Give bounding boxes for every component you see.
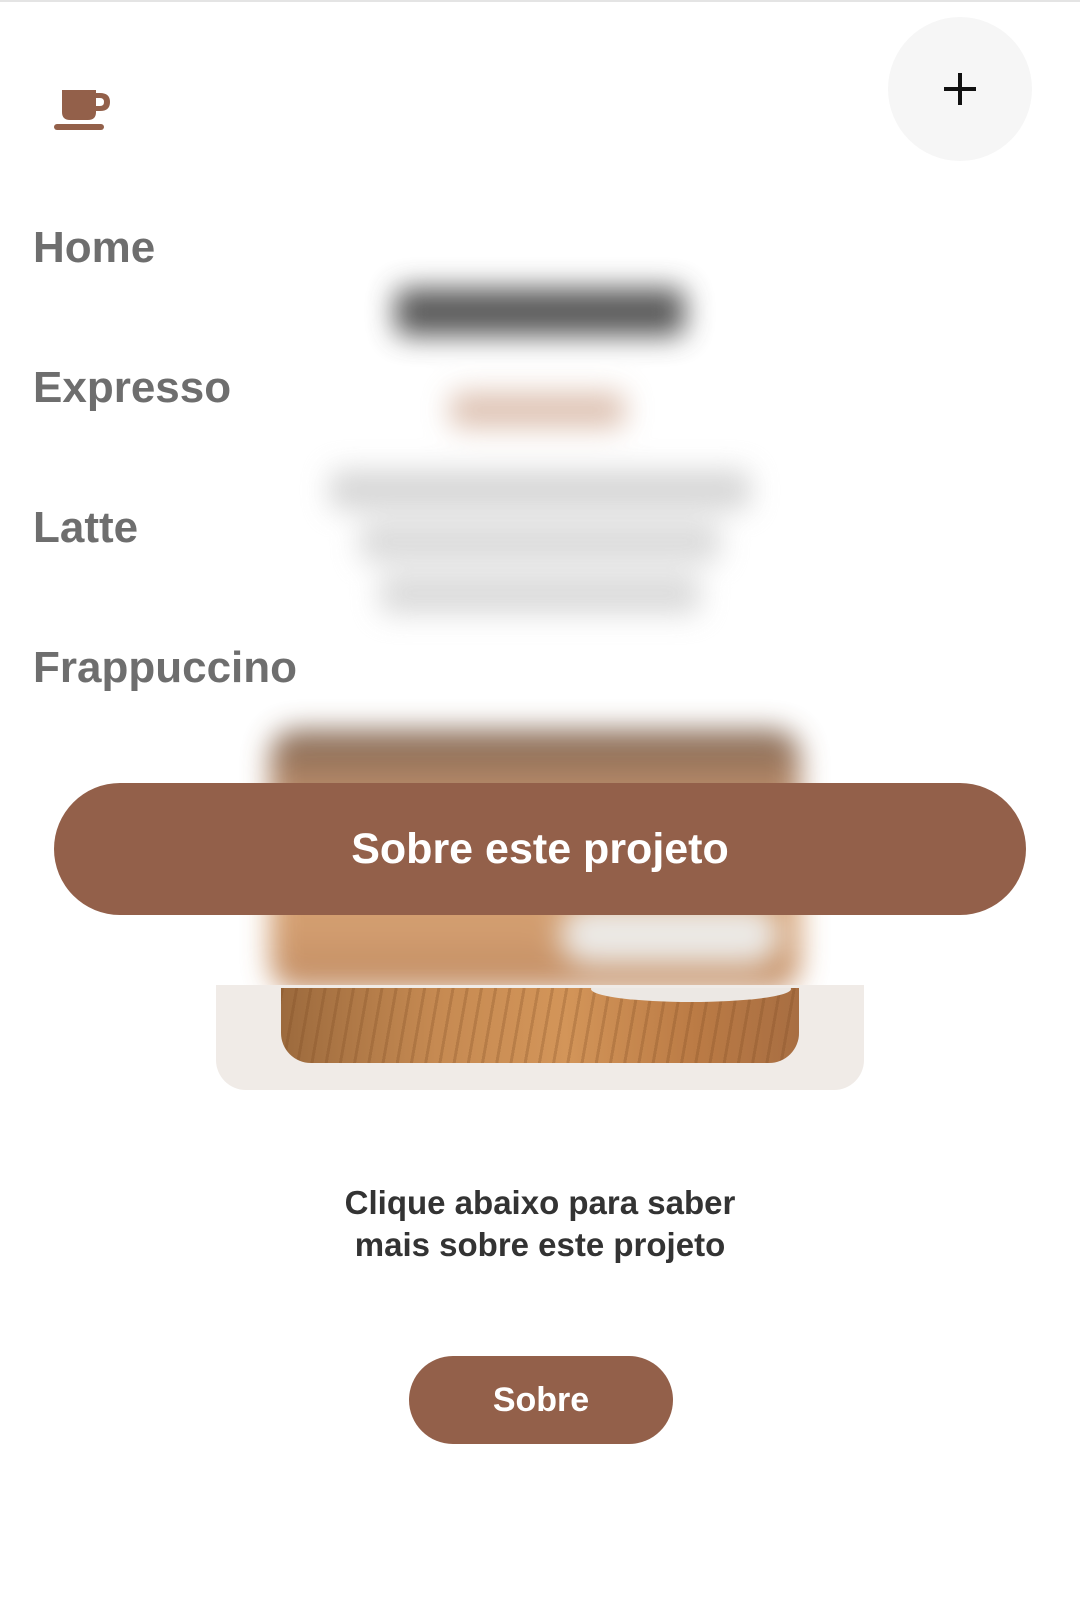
blurred-heading [395, 288, 685, 336]
saucer [591, 988, 791, 1002]
coffee-cup-icon[interactable] [54, 88, 112, 132]
about-button[interactable]: Sobre [409, 1356, 673, 1444]
cta-text-line: Clique abaixo para saber [344, 1184, 736, 1221]
cta-text: Clique abaixo para saber mais sobre este… [290, 1182, 790, 1266]
coffee-table-photo [281, 988, 799, 1063]
side-menu: Home Expresso Latte Frappuccino [33, 220, 297, 780]
blurred-paragraph [380, 574, 700, 614]
menu-item-latte[interactable]: Latte [33, 500, 297, 640]
blurred-paragraph [360, 522, 720, 562]
menu-item-frappuccino[interactable]: Frappuccino [33, 640, 297, 780]
blurred-paragraph [330, 470, 750, 510]
menu-item-home[interactable]: Home [33, 220, 297, 360]
blurred-subheading [450, 392, 625, 428]
close-menu-button[interactable] [888, 17, 1032, 161]
plus-icon [944, 73, 976, 105]
cta-text-line: mais sobre este projeto [354, 1226, 726, 1263]
about-project-button[interactable]: Sobre este projeto [54, 783, 1026, 915]
menu-item-expresso[interactable]: Expresso [33, 360, 297, 500]
